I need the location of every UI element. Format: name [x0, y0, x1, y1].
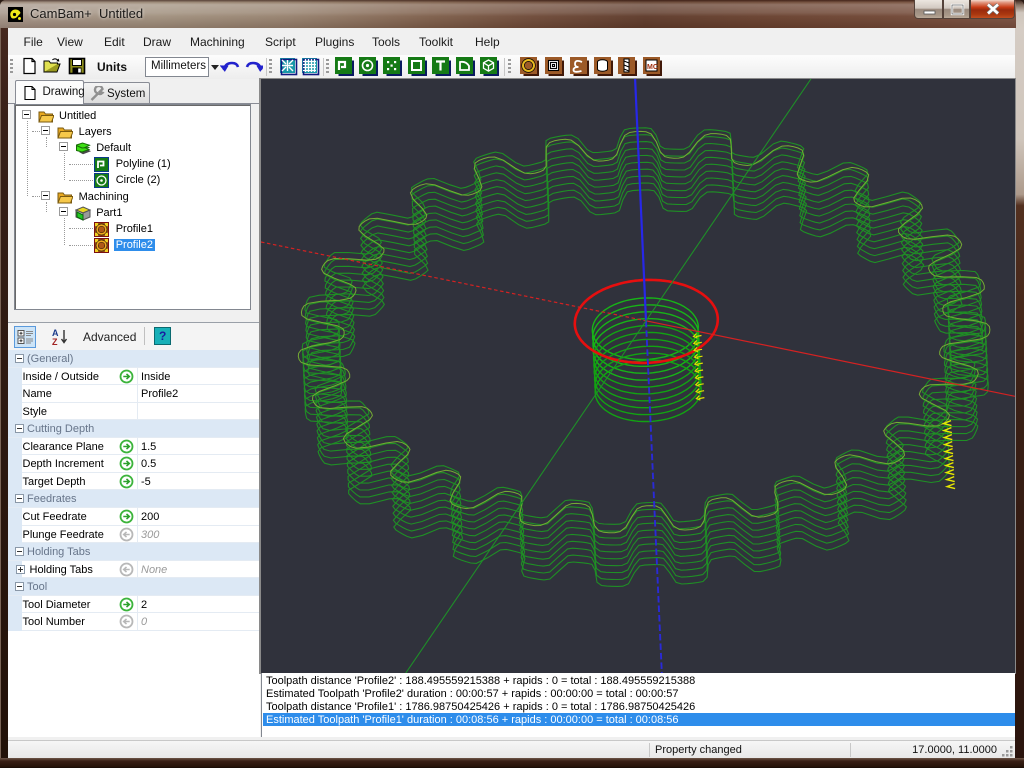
svg-text:MC: MC: [647, 64, 658, 71]
svg-text:Z: Z: [52, 337, 58, 346]
